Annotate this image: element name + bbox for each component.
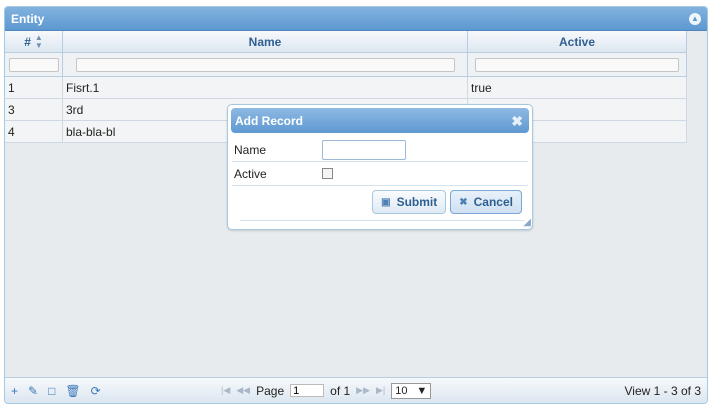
page-size-select[interactable]: 10 ▼ (391, 382, 432, 399)
of-pages-label: of 1 (330, 383, 351, 398)
refresh-icon[interactable]: ⟳ (91, 384, 101, 398)
next-page-icon[interactable]: ▶▶ (356, 385, 370, 396)
grid-titlebar: Entity ▲ (5, 7, 707, 31)
pager-actions: + ✎ □ 🗑 ⟳ (11, 384, 221, 398)
column-header-number-label: # (24, 34, 31, 49)
filter-input-name[interactable] (75, 57, 455, 72)
cancel-button[interactable]: ✖ Cancel (450, 190, 522, 214)
submit-button-label: Submit (396, 195, 438, 209)
cancel-button-label: Cancel (473, 195, 513, 209)
save-icon: ▣ (381, 196, 391, 208)
active-field-row: Active (232, 162, 528, 186)
view-icon[interactable]: □ (48, 384, 55, 398)
submit-button[interactable]: ▣ Submit (372, 190, 447, 214)
active-checkbox[interactable] (322, 168, 333, 179)
row-number-cell: 1 (5, 77, 63, 98)
dialog-divider (240, 220, 524, 221)
grid-title: Entity (11, 11, 45, 26)
sort-icon[interactable]: ▲ ▼ (35, 33, 43, 50)
column-header-number[interactable]: # ▲ ▼ (5, 31, 63, 52)
pager-navigation: |◀ ◀◀ Page of 1 ▶▶ ▶| 10 ▼ (221, 382, 432, 399)
filter-cell-name (63, 53, 468, 76)
last-page-icon[interactable]: ▶| (376, 385, 385, 396)
active-label: Active (234, 166, 267, 181)
grid-pager: + ✎ □ 🗑 ⟳ |◀ ◀◀ Page of 1 ▶▶ ▶| 10 ▼ Vie… (5, 377, 707, 403)
name-field-row: Name (232, 138, 528, 162)
page-input[interactable] (290, 384, 325, 397)
close-icon[interactable]: ✖ (511, 114, 523, 128)
edit-icon[interactable]: ✎ (28, 384, 38, 398)
filter-cell-number (5, 53, 63, 76)
chevron-down-icon: ▼ (416, 384, 428, 397)
dialog-title: Add Record (235, 113, 304, 128)
row-active-cell: true (468, 77, 687, 98)
resize-handle-icon[interactable]: ◢ (523, 218, 531, 228)
previous-page-icon[interactable]: ◀◀ (236, 385, 250, 396)
dialog-actions: ▣ Submit ✖ Cancel (372, 190, 522, 214)
add-icon[interactable]: + (11, 384, 18, 398)
row-number-cell: 3 (5, 99, 63, 120)
record-count-text: View 1 - 3 of 3 (624, 383, 702, 398)
filter-input-number[interactable] (8, 57, 59, 72)
page-label: Page (256, 383, 285, 398)
filter-row (5, 53, 687, 77)
collapse-up-icon[interactable]: ▲ (689, 12, 701, 25)
first-page-icon[interactable]: |◀ (221, 385, 230, 396)
delete-icon[interactable]: 🗑 (65, 384, 80, 398)
column-header-active[interactable]: Active (468, 31, 687, 52)
column-header-name[interactable]: Name (63, 31, 468, 52)
cancel-icon: ✖ (459, 196, 468, 208)
table-row[interactable]: 1 Fisrt.1 true (5, 77, 687, 99)
page-size-value: 10 (395, 384, 408, 397)
row-name-cell: Fisrt.1 (63, 77, 468, 98)
add-record-dialog: Add Record ✖ Name Active ▣ Submit ✖ Canc… (227, 104, 533, 230)
column-header-active-label: Active (558, 34, 596, 49)
grid-header: # ▲ ▼ Name Active (5, 31, 687, 53)
filter-cell-active (468, 53, 687, 76)
name-label: Name (234, 142, 267, 157)
dialog-form: Name Active (232, 138, 528, 186)
dialog-titlebar[interactable]: Add Record ✖ (231, 108, 529, 133)
column-header-name-label: Name (248, 34, 282, 49)
name-input[interactable] (322, 139, 406, 160)
row-number-cell: 4 (5, 121, 63, 142)
filter-input-active[interactable] (475, 57, 679, 72)
